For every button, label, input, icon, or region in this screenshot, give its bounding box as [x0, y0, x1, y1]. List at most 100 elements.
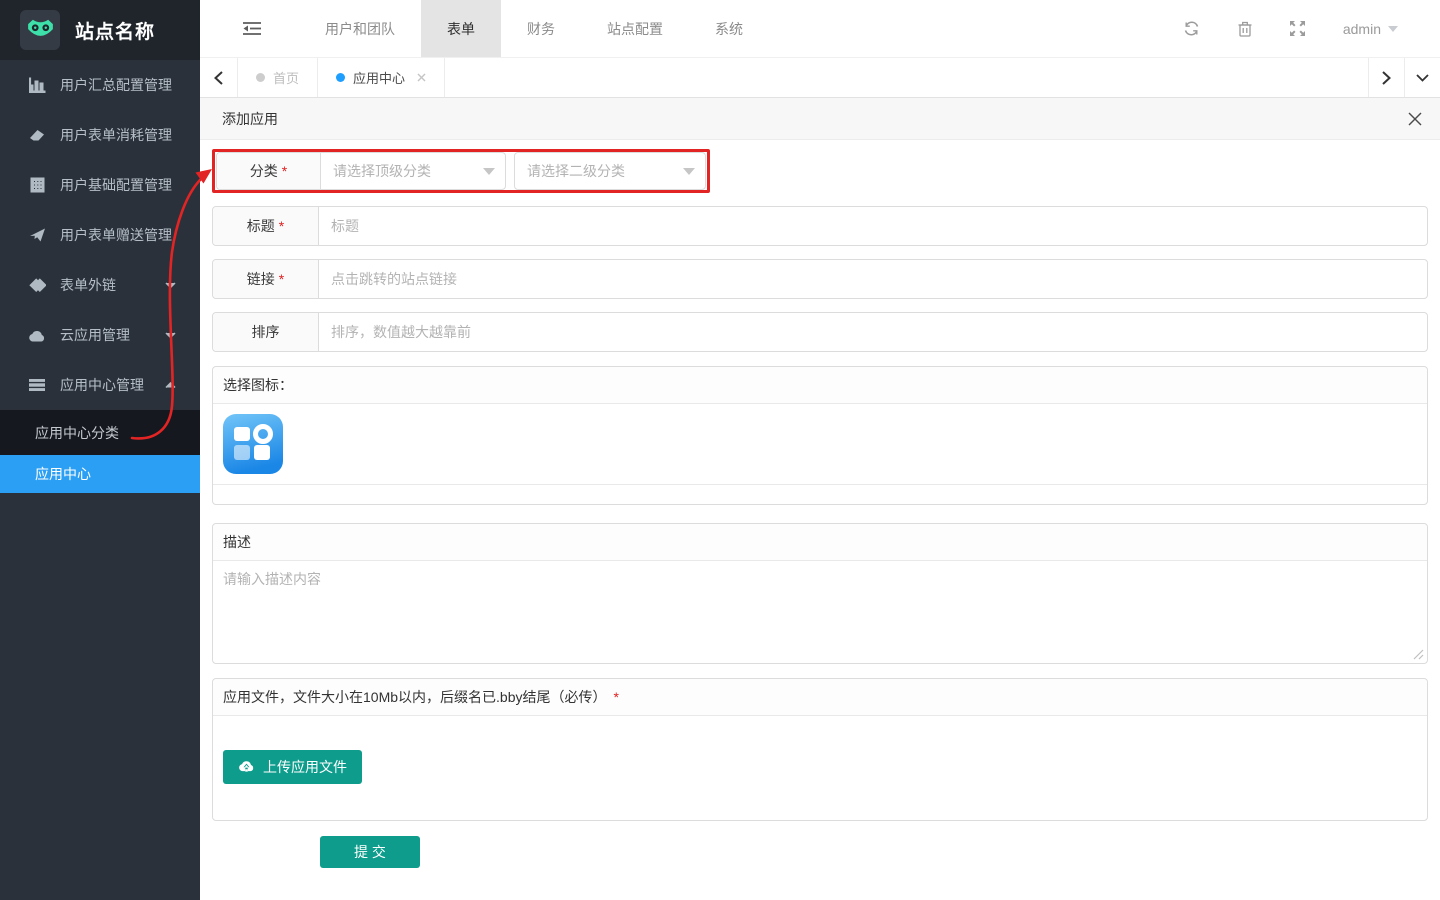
diamonds-icon [27, 278, 47, 293]
bar-chart-icon [27, 77, 47, 93]
title-input[interactable] [319, 207, 1427, 245]
tab-label: 应用中心 [353, 68, 405, 87]
upload-app-file-button[interactable]: 上传应用文件 [223, 750, 362, 784]
title-label: 标题* [213, 207, 319, 245]
tab-bar: 首页 应用中心 [200, 58, 1440, 98]
sidebar-subitem-app-center-category[interactable]: 应用中心分类 [0, 410, 200, 455]
tab-label: 首页 [273, 68, 299, 87]
top-bar: 用户和团队 表单 财务 站点配置 系统 admin [200, 0, 1440, 58]
username: admin [1343, 21, 1381, 37]
required-asterisk: * [613, 689, 618, 705]
required-asterisk: * [282, 163, 287, 179]
app-file-header: 应用文件，文件大小在10Mb以内，后缀名已.bby结尾（必传）* [213, 679, 1427, 716]
resize-handle-icon[interactable] [1412, 648, 1424, 660]
category-field-group: 分类* 请选择顶级分类 [216, 152, 506, 190]
icon-picker-section: 选择图标： [212, 366, 1428, 505]
link-label: 链接* [213, 260, 319, 298]
sidebar: 站点名称 用户汇总配置管理 用户表单消耗管理 用户基础配置管理 用户表单赠送管理 [0, 0, 200, 900]
sidebar-item-label: 用户表单赠送管理 [60, 225, 172, 245]
cloud-upload-icon [238, 759, 255, 775]
sidebar-item-base-config[interactable]: 用户基础配置管理 [0, 160, 200, 210]
tab-status-dot [336, 73, 345, 82]
tabs-menu-button[interactable] [1404, 58, 1440, 97]
sidebar-item-label: 表单外链 [60, 275, 116, 295]
sidebar-item-form-links[interactable]: 表单外链 [0, 260, 200, 310]
refresh-icon[interactable] [1183, 21, 1200, 36]
chevron-down-icon [165, 282, 176, 289]
user-menu[interactable]: admin [1343, 21, 1398, 37]
tab-app-center[interactable]: 应用中心 [318, 58, 445, 97]
nav-finance[interactable]: 财务 [501, 0, 581, 57]
top-right-controls: admin [1183, 0, 1398, 57]
chevron-down-icon [1388, 26, 1398, 32]
nav-users-teams[interactable]: 用户和团队 [299, 0, 421, 57]
nav-forms[interactable]: 表单 [421, 0, 501, 57]
fullscreen-icon[interactable] [1290, 21, 1305, 36]
required-asterisk: * [279, 218, 284, 234]
select-caret-icon [683, 168, 695, 175]
sidebar-item-user-summary[interactable]: 用户汇总配置管理 [0, 60, 200, 110]
description-section: 描述 [212, 523, 1428, 664]
panel-header: 添加应用 [200, 98, 1440, 140]
chevron-up-icon [165, 382, 176, 389]
logo [20, 10, 60, 50]
trash-icon[interactable] [1238, 21, 1252, 37]
top-nav: 用户和团队 表单 财务 站点配置 系统 [299, 0, 769, 57]
sidebar-item-cloud-apps[interactable]: 云应用管理 [0, 310, 200, 360]
sidebar-menu: 用户汇总配置管理 用户表单消耗管理 用户基础配置管理 用户表单赠送管理 表单外链 [0, 60, 200, 493]
owl-icon [27, 17, 54, 44]
category-annotation-box: 分类* 请选择顶级分类 请选择二级分类 [212, 149, 710, 193]
select-caret-icon [483, 168, 495, 175]
category-label: 分类* [217, 153, 321, 189]
app-file-section: 应用文件，文件大小在10Mb以内，后缀名已.bby结尾（必传）* 上传应用文件 [212, 678, 1428, 821]
description-header: 描述 [213, 524, 1427, 561]
tab-close-icon[interactable] [417, 73, 426, 82]
add-app-form: 分类* 请选择顶级分类 请选择二级分类 标题* 链接* [200, 140, 1440, 868]
paper-plane-icon [27, 227, 47, 243]
sidebar-subitem-label: 应用中心分类 [35, 423, 119, 443]
main-content: 添加应用 分类* 请选择顶级分类 请选择二级分类 [200, 98, 1440, 900]
sort-label: 排序 [213, 313, 319, 351]
logo-bar: 站点名称 [0, 0, 200, 60]
tabs-scroll-left-button[interactable] [200, 58, 238, 97]
collapse-menu-icon[interactable] [243, 21, 261, 36]
site-title: 站点名称 [75, 17, 155, 44]
sidebar-item-label: 应用中心管理 [60, 375, 144, 395]
required-asterisk: * [279, 271, 284, 287]
sidebar-item-form-consumption[interactable]: 用户表单消耗管理 [0, 110, 200, 160]
list-icon [27, 379, 47, 391]
sidebar-item-label: 用户汇总配置管理 [60, 75, 172, 95]
nav-system[interactable]: 系统 [689, 0, 769, 57]
submit-button[interactable]: 提 交 [320, 836, 420, 868]
panel-close-icon[interactable] [1408, 112, 1422, 126]
app-grid-icon[interactable] [223, 414, 283, 474]
icon-section-header: 选择图标： [213, 367, 1427, 404]
sidebar-item-form-gift[interactable]: 用户表单赠送管理 [0, 210, 200, 260]
upload-button-label: 上传应用文件 [263, 757, 347, 777]
sidebar-item-app-center-mgmt[interactable]: 应用中心管理 [0, 360, 200, 410]
panel-title-text: 添加应用 [222, 109, 278, 129]
tabs-scroll-right-button[interactable] [1368, 58, 1404, 97]
select-placeholder: 请选择顶级分类 [333, 161, 431, 181]
sidebar-subitem-app-center[interactable]: 应用中心 [0, 455, 200, 493]
nav-site-config[interactable]: 站点配置 [581, 0, 689, 57]
tabbar-spacer [445, 58, 1368, 97]
cloud-icon [27, 329, 47, 342]
description-textarea[interactable] [213, 561, 1427, 663]
sidebar-item-label: 云应用管理 [60, 325, 130, 345]
sidebar-subitem-label: 应用中心 [35, 464, 91, 484]
icon-section-footer [213, 484, 1427, 504]
tab-status-dot [256, 73, 265, 82]
sidebar-item-label: 用户基础配置管理 [60, 175, 172, 195]
sort-field-row: 排序 [212, 312, 1428, 352]
app-file-body: 上传应用文件 [213, 716, 1427, 820]
top-category-select[interactable]: 请选择顶级分类 [321, 153, 505, 189]
link-input[interactable] [319, 260, 1427, 298]
sub-category-select[interactable]: 请选择二级分类 [514, 152, 706, 190]
select-placeholder: 请选择二级分类 [527, 161, 625, 181]
sort-input[interactable] [319, 313, 1427, 351]
eraser-icon [27, 128, 47, 143]
description-body [213, 561, 1427, 663]
tab-home[interactable]: 首页 [238, 58, 318, 97]
link-field-row: 链接* [212, 259, 1428, 299]
